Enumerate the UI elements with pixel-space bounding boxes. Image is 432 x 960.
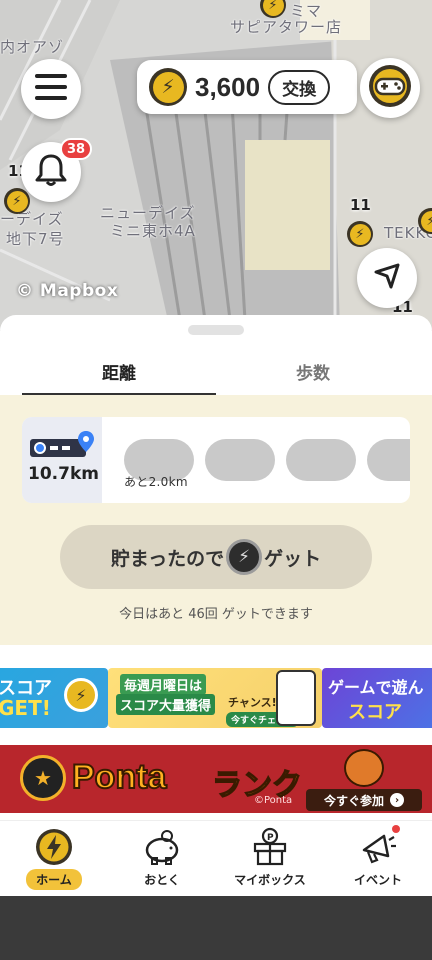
raccoon-mascot-icon — [344, 749, 384, 787]
system-bottom-bar — [0, 896, 432, 960]
banner-text: スコア大量獲得 — [116, 694, 216, 715]
tab-distance[interactable]: 距離 — [22, 353, 216, 396]
phone-image — [276, 670, 316, 726]
megaphone-icon — [358, 825, 400, 867]
mapbox-attribution[interactable]: © Mapbox — [16, 281, 118, 301]
distance-panel: 10.7km あと2.0km 貯まったので ⚡ ゲット 今日はあと 46回 ゲッ… — [0, 395, 432, 645]
map-coin-icon[interactable]: ⚡ — [347, 221, 373, 247]
lightning-coin-icon — [34, 827, 74, 867]
nav-mybox-label: マイボックス — [234, 873, 306, 887]
banner-text: 毎週月曜日は — [120, 674, 207, 695]
bottom-navigation: ホーム おとく P マイボックス イベント — [0, 820, 432, 896]
ponta-join-label: 今すぐ参加 — [323, 793, 384, 808]
banner-score-get[interactable]: スコア GET! ⚡ — [0, 668, 108, 728]
points-card: ⚡ 3,600 交換 — [137, 60, 357, 114]
map-label: 地下7号 — [6, 230, 65, 248]
banner-text: チャンス!! — [228, 696, 282, 709]
get-label-before: 貯まったので — [110, 547, 225, 570]
bottom-sheet: 距離 歩数 10.7km あと2.0km 貯まったので ⚡ ゲット 今日はあと … — [0, 315, 432, 820]
points-value: 3,600 — [195, 71, 261, 102]
get-label-after: ゲット — [264, 547, 322, 570]
ponta-rank-banner[interactable]: ★ Ponta ランク ©Ponta 今すぐ参加 › — [0, 745, 432, 813]
exchange-button[interactable]: 交換 — [268, 69, 331, 105]
banner-text: ゲームで遊ん — [328, 678, 424, 697]
svg-text:P: P — [267, 833, 274, 843]
game-button[interactable] — [360, 58, 420, 118]
banner-text: スコア — [348, 702, 402, 723]
banner-text: GET! — [0, 696, 51, 720]
remaining-distance: あと2.0km — [124, 475, 188, 489]
gamepad-icon — [368, 64, 412, 112]
sheet-drag-handle[interactable] — [188, 325, 244, 335]
coin-icon: ⚡ — [149, 68, 187, 106]
map-label: ミニ東ホ4A — [110, 222, 196, 240]
banner-game[interactable]: ゲームで遊ん スコア — [322, 668, 432, 728]
map-label: サピアタワー店 — [230, 18, 343, 36]
progress-pill — [205, 439, 275, 481]
progress-pill — [367, 439, 410, 481]
distance-box: 10.7km — [22, 417, 102, 503]
walk-progress-card: 10.7km あと2.0km — [22, 417, 410, 503]
banner-carousel[interactable]: スコア GET! ⚡ 毎週月曜日は スコア大量獲得 チャンス!! 今すぐチェック… — [0, 668, 432, 730]
nav-event[interactable]: イベント — [324, 821, 432, 896]
route-icon — [30, 431, 94, 463]
tab-steps[interactable]: 歩数 — [216, 353, 410, 396]
distance-value: 10.7km — [28, 464, 99, 484]
progress-pill — [286, 439, 356, 481]
bell-icon — [35, 153, 67, 191]
nav-deals[interactable]: おとく — [108, 821, 216, 896]
map-label: 内オアゾ — [0, 38, 65, 56]
map-coin-count: 11 — [350, 196, 371, 214]
gift-box-icon: P — [250, 827, 290, 867]
menu-button[interactable] — [21, 59, 81, 119]
banner-monday[interactable]: 毎週月曜日は スコア大量獲得 チャンス!! 今すぐチェック — [108, 668, 322, 728]
piggy-bank-icon — [142, 827, 182, 867]
tab-bar: 距離 歩数 — [22, 353, 410, 396]
ponta-join-button[interactable]: 今すぐ参加 › — [306, 789, 422, 811]
get-coins-button[interactable]: 貯まったので ⚡ ゲット — [60, 525, 372, 589]
ponta-wordmark: Ponta — [71, 757, 167, 797]
notification-count-badge: 38 — [60, 138, 93, 160]
nav-home[interactable]: ホーム — [0, 821, 108, 896]
lightning-coin-icon: ⚡ — [64, 678, 98, 712]
locate-button[interactable] — [357, 248, 417, 308]
remaining-gets-text: 今日はあと 46回 ゲットできます — [119, 607, 313, 622]
ponta-copyright: ©Ponta — [254, 795, 293, 806]
lightning-coin-icon: ⚡ — [226, 539, 263, 575]
map-coin-icon[interactable]: ⚡ — [4, 188, 30, 214]
navigation-arrow-icon — [373, 262, 401, 294]
nav-event-label: イベント — [353, 873, 402, 887]
nav-mybox[interactable]: P マイボックス — [216, 821, 324, 896]
ponta-emblem-icon: ★ — [20, 755, 66, 801]
new-indicator-dot — [392, 825, 400, 833]
hamburger-icon — [35, 74, 67, 104]
chevron-right-icon: › — [390, 793, 404, 807]
nav-home-label: ホーム — [26, 869, 82, 890]
nav-deals-label: おとく — [144, 873, 180, 887]
